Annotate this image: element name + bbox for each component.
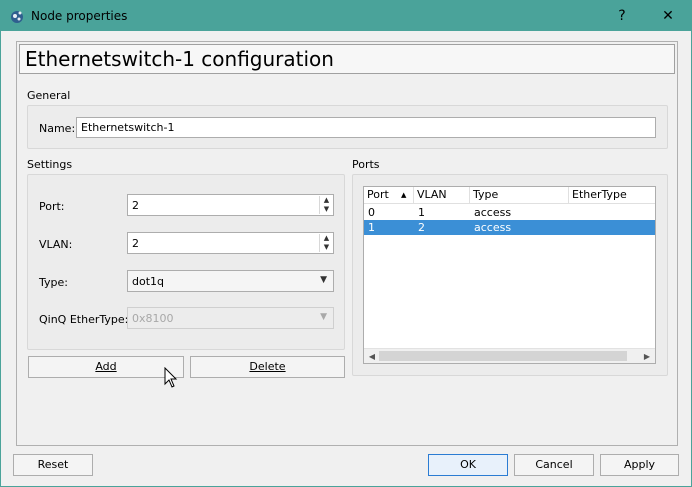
port-spinbox[interactable]: 2 ▲ ▼ (127, 194, 334, 216)
chevron-down-icon: ▼ (320, 275, 327, 285)
close-button[interactable]: ✕ (645, 1, 691, 31)
page-title: Ethernetswitch-1 configuration (25, 47, 334, 71)
port-spin-buttons[interactable]: ▲ ▼ (319, 196, 332, 214)
window-title: Node properties (31, 9, 128, 23)
column-header-port[interactable]: Port ▲ (364, 187, 414, 204)
settings-group-label: Settings (27, 158, 73, 171)
vlan-value: 2 (132, 237, 139, 250)
horizontal-scrollbar[interactable]: ◀ ▶ (364, 348, 655, 363)
help-icon: ? (618, 8, 626, 24)
ok-button[interactable]: OK (428, 454, 508, 476)
name-input[interactable] (76, 117, 656, 138)
general-group-label: General (27, 89, 71, 102)
name-label: Name: (39, 122, 76, 135)
spin-up-icon[interactable]: ▲ (320, 196, 333, 205)
column-header-label: VLAN (417, 188, 447, 201)
node-properties-dialog: Node properties ? ✕ Ethernetswitch-1 con… (0, 0, 692, 487)
type-combobox[interactable]: dot1q ▼ (127, 270, 334, 292)
close-icon: ✕ (662, 8, 674, 24)
scroll-right-icon[interactable]: ▶ (640, 350, 654, 363)
reset-button[interactable]: Reset (13, 454, 93, 476)
header-box: Ethernetswitch-1 configuration (19, 44, 675, 74)
cancel-button-label: Cancel (535, 458, 573, 471)
spin-down-icon[interactable]: ▼ (320, 243, 333, 252)
qinq-ethertype-combobox: 0x8100 ▼ (127, 307, 334, 329)
port-value: 2 (132, 199, 139, 212)
title-bar[interactable]: Node properties ? ✕ (1, 1, 691, 31)
apply-button[interactable]: Apply (600, 454, 679, 476)
cell-type: access (474, 221, 512, 234)
cancel-button[interactable]: Cancel (514, 454, 594, 476)
qinq-ethertype-label: QinQ EtherType: (39, 313, 129, 326)
spin-up-icon[interactable]: ▲ (320, 234, 333, 243)
reset-button-label: Reset (37, 458, 69, 471)
cell-vlan: 1 (418, 206, 425, 219)
column-header-vlan[interactable]: VLAN (414, 187, 470, 204)
type-label: Type: (39, 276, 68, 289)
column-header-type[interactable]: Type (470, 187, 569, 204)
vlan-label: VLAN: (39, 238, 73, 251)
port-label: Port: (39, 200, 65, 213)
vlan-spin-buttons[interactable]: ▲ ▼ (319, 234, 332, 252)
app-icon (11, 11, 23, 23)
cell-port: 0 (368, 206, 375, 219)
delete-button-label: Delete (249, 360, 286, 373)
chevron-down-icon: ▼ (320, 312, 327, 322)
table-row-selected[interactable]: 1 2 access (364, 220, 655, 235)
ports-table[interactable]: Port ▲ VLAN Type EtherType 0 1 access 1 … (363, 186, 656, 364)
column-header-label: Port (367, 188, 389, 201)
help-button[interactable]: ? (599, 1, 645, 31)
column-header-label: Type (473, 188, 499, 201)
add-button[interactable]: Add (28, 356, 184, 378)
column-header-ethertype[interactable]: EtherType (569, 187, 655, 204)
ok-button-label: OK (460, 458, 476, 471)
column-header-label: EtherType (572, 188, 627, 201)
apply-button-label: Apply (623, 458, 656, 471)
sort-ascending-icon: ▲ (401, 191, 407, 199)
vlan-spinbox[interactable]: 2 ▲ ▼ (127, 232, 334, 254)
add-button-label: Add (95, 360, 117, 373)
table-header: Port ▲ VLAN Type EtherType (364, 187, 655, 204)
qinq-ethertype-value: 0x8100 (132, 312, 174, 325)
scrollbar-thumb[interactable] (379, 351, 627, 361)
cell-port: 1 (368, 221, 375, 234)
cell-vlan: 2 (418, 221, 425, 234)
delete-button[interactable]: Delete (190, 356, 345, 378)
spin-down-icon[interactable]: ▼ (320, 205, 333, 214)
table-row[interactable]: 0 1 access (364, 205, 655, 220)
cell-type: access (474, 206, 512, 219)
scroll-left-icon[interactable]: ◀ (365, 350, 379, 363)
ports-group-label: Ports (352, 158, 380, 171)
type-value: dot1q (132, 275, 165, 288)
mouse-cursor-icon (164, 367, 178, 388)
